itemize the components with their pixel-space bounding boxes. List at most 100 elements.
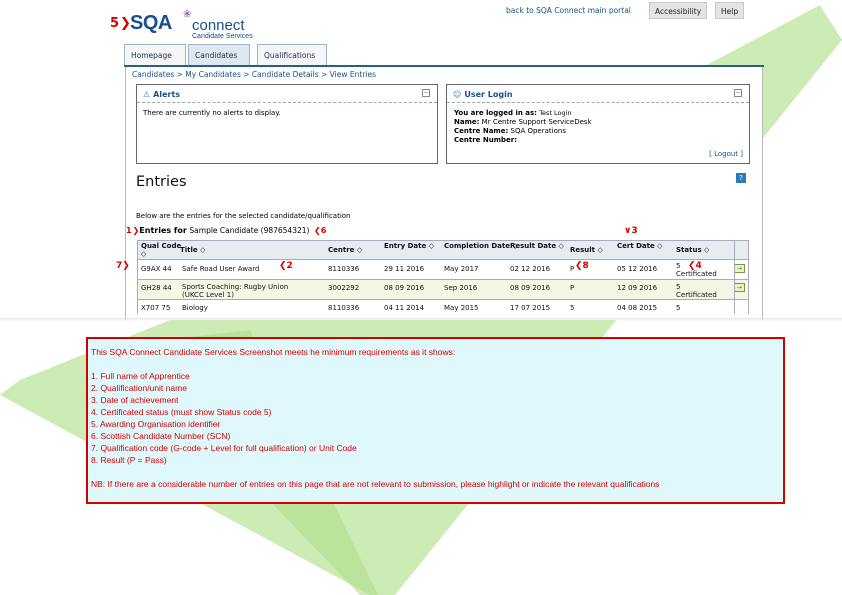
logo-subtitle: Candidate Services bbox=[192, 33, 253, 40]
user-icon: ☺ bbox=[453, 90, 462, 99]
entry-date: 04 11 2014 bbox=[384, 304, 425, 312]
annotation-arrow-icon: ❮ bbox=[575, 261, 583, 271]
centre-name-row: Centre Name: SQA Operations bbox=[447, 127, 749, 136]
help-icon[interactable]: ? bbox=[736, 173, 746, 183]
name-value: Mr Centre Support ServiceDesk bbox=[481, 118, 592, 126]
alerts-box: ⚠ Alerts − There are currently no alerts … bbox=[136, 84, 438, 164]
view-entry-icon[interactable]: → bbox=[734, 283, 745, 292]
user-login-title: User Login bbox=[464, 90, 513, 99]
user-login-box: ☺ User Login − You are logged in as: Test… bbox=[446, 84, 750, 164]
centre: 8110336 bbox=[328, 304, 360, 312]
requirements-box: This SQA Connect Candidate Services Scre… bbox=[86, 337, 785, 504]
logged-in-label: You are logged in as: bbox=[454, 109, 537, 117]
help-button[interactable]: Help bbox=[715, 2, 745, 19]
requirements-note: NB: If there are a considerable number o… bbox=[91, 479, 660, 489]
cert-date: 04 08 2015 bbox=[617, 304, 658, 312]
centre-number-label: Centre Number: bbox=[454, 136, 517, 144]
annotation-arrow-icon: ❮ bbox=[279, 261, 287, 271]
result-date: 02 12 2016 bbox=[510, 265, 551, 273]
status-code: 5 bbox=[676, 283, 681, 291]
col-label: Qual Code bbox=[141, 242, 182, 250]
user-login-header: ☺ User Login − bbox=[447, 85, 749, 103]
col-entry-date[interactable]: Entry Date ◇ bbox=[384, 242, 434, 250]
requirement-item: 2. Qualification/unit name bbox=[91, 383, 187, 393]
collapse-icon[interactable]: − bbox=[734, 89, 742, 97]
col-label: Status bbox=[676, 246, 702, 254]
sqa-connect-screenshot: 5 ❯ SQA ❀ connect Candidate Services bac… bbox=[0, 0, 842, 320]
page-title: Entries bbox=[136, 174, 187, 190]
table-row[interactable]: G9AX 44 Safe Road User Award 8110336 29 … bbox=[137, 260, 749, 280]
completion-date: May 2017 bbox=[444, 265, 479, 273]
annotation-3-marker: ∨3 bbox=[624, 226, 638, 236]
annotation-8-marker: ❮8 bbox=[575, 261, 589, 271]
col-status[interactable]: Status ◇ bbox=[676, 246, 709, 254]
qual-code: G9AX 44 bbox=[141, 265, 172, 273]
col-centre[interactable]: Centre ◇ bbox=[328, 246, 362, 254]
requirement-item: 7. Qualification code (G-code + Level fo… bbox=[91, 443, 357, 453]
col-label: Result Date bbox=[510, 242, 557, 250]
tab-homepage[interactable]: Homepage bbox=[124, 44, 186, 66]
table-row[interactable]: GH28 44 Sports Coaching: Rugby Union (UK… bbox=[137, 280, 749, 300]
logout-link[interactable]: [ Logout ] bbox=[709, 150, 743, 158]
col-title[interactable]: Title ◇ bbox=[180, 246, 206, 254]
annotation-4-marker: ❮4 bbox=[688, 261, 702, 271]
alerts-message: There are currently no alerts to display… bbox=[143, 109, 281, 117]
result: 5 bbox=[570, 304, 575, 312]
annotation-arrow-icon: ❯ bbox=[122, 261, 130, 271]
col-result[interactable]: Result ◇ bbox=[570, 246, 603, 254]
status-text: Certificated bbox=[676, 270, 717, 278]
name-row: Name: Mr Centre Support ServiceDesk bbox=[447, 118, 749, 127]
logo-brand: SQA bbox=[130, 12, 172, 34]
collapse-icon[interactable]: − bbox=[422, 89, 430, 97]
requirement-item: 1. Full name of Apprentice bbox=[91, 371, 190, 381]
entries-for-label: Entries for bbox=[139, 226, 187, 235]
col-cert-date[interactable]: Cert Date ◇ bbox=[617, 242, 663, 250]
result-date: 08 09 2016 bbox=[510, 284, 551, 292]
qual-code: X707 75 bbox=[141, 304, 171, 312]
logged-in-value: Test Login bbox=[539, 109, 572, 117]
entries-description: Below are the entries for the selected c… bbox=[136, 212, 351, 220]
annotation-2: 2 bbox=[286, 261, 293, 271]
table-header: Qual Code ◇ Title ◇ Centre ◇ Entry Date ◇… bbox=[137, 240, 749, 260]
status-code: 5 bbox=[676, 262, 681, 270]
accessibility-button[interactable]: Accessibility bbox=[649, 2, 708, 19]
name-label: Name: bbox=[454, 118, 480, 126]
breadcrumb[interactable]: Candidates > My Candidates > Candidate D… bbox=[132, 70, 376, 79]
requirement-item: 3. Date of achievement bbox=[91, 395, 179, 405]
view-entry-icon[interactable]: → bbox=[734, 264, 745, 273]
table-row[interactable]: X707 75 Biology 8110336 04 11 2014 May 2… bbox=[137, 300, 749, 314]
annotation-arrow-icon: ❮ bbox=[313, 226, 321, 235]
annotation-4: 4 bbox=[695, 261, 702, 271]
requirement-item: 8. Result (P = Pass) bbox=[91, 455, 167, 465]
alerts-header: ⚠ Alerts − bbox=[137, 85, 437, 103]
entry-date: 08 09 2016 bbox=[384, 284, 425, 292]
sqa-connect-logo[interactable]: 5 ❯ SQA ❀ connect Candidate Services bbox=[110, 9, 270, 42]
centre-name-label: Centre Name: bbox=[454, 127, 509, 135]
cert-date: 12 09 2016 bbox=[617, 284, 658, 292]
qual-title: Biology bbox=[182, 304, 208, 312]
col-label: Centre bbox=[328, 246, 355, 254]
content-panel: Candidates > My Candidates > Candidate D… bbox=[125, 67, 763, 320]
requirement-item: 6. Scottish Candidate Number (SCN) bbox=[91, 431, 231, 441]
logo-flower-icon: ❀ bbox=[183, 9, 192, 20]
requirements-intro: This SQA Connect Candidate Services Scre… bbox=[91, 347, 456, 357]
annotation-5: 5 bbox=[110, 16, 120, 31]
annotation-7-marker: 7❯ bbox=[116, 261, 130, 271]
qual-title-2: (UKCC Level 1) bbox=[182, 291, 234, 299]
centre-name-value: SQA Operations bbox=[510, 127, 566, 135]
requirement-item: 5. Awarding Organisation identifier bbox=[91, 419, 221, 429]
col-completion-date[interactable]: Completion Date ◇ bbox=[444, 242, 518, 250]
result: P bbox=[570, 265, 575, 273]
annotation-1: 1 bbox=[126, 226, 132, 235]
col-label: Entry Date bbox=[384, 242, 427, 250]
col-label: Result bbox=[570, 246, 596, 254]
tab-candidates[interactable]: Candidates bbox=[188, 44, 250, 66]
candidate-name: Sample Candidate (987654321) bbox=[189, 226, 310, 235]
centre: 3002292 bbox=[328, 284, 360, 292]
tab-qualifications[interactable]: Qualifications bbox=[257, 44, 327, 66]
back-to-portal-link[interactable]: back to SQA Connect main portal bbox=[506, 6, 631, 15]
col-result-date[interactable]: Result Date ◇ bbox=[510, 242, 564, 250]
annotation-arrow-icon: ❮ bbox=[688, 261, 696, 271]
col-qual-code[interactable]: Qual Code ◇ bbox=[141, 242, 181, 258]
completion-date: May 2015 bbox=[444, 304, 479, 312]
